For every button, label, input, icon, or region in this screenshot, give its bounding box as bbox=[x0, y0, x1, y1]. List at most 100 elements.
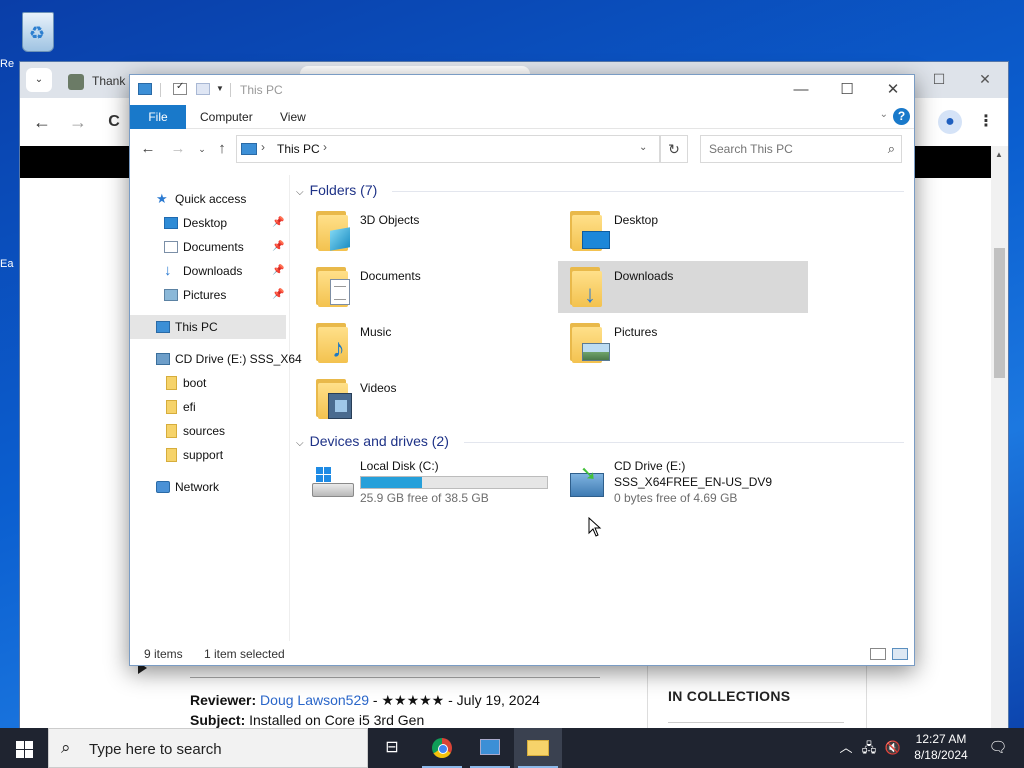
this-pc-icon bbox=[241, 143, 257, 155]
details-view-icon[interactable] bbox=[870, 648, 886, 660]
browser-menu-icon[interactable]: ⋮ bbox=[974, 110, 998, 134]
folder-label: Downloads bbox=[614, 269, 674, 283]
address-history-icon[interactable]: ⌄ bbox=[639, 142, 647, 153]
drive-usage-fill bbox=[361, 477, 423, 488]
task-view-icon[interactable]: ⊟ bbox=[368, 728, 416, 768]
folder-videos[interactable]: Videos bbox=[308, 373, 558, 425]
nav-label: CD Drive (E:) SSS_X64 bbox=[175, 352, 302, 366]
address-bar[interactable]: › This PC › ⌄ bbox=[236, 135, 660, 163]
this-pc-icon bbox=[138, 83, 152, 95]
nav-item-efi[interactable]: efi bbox=[130, 395, 290, 419]
properties-icon[interactable] bbox=[173, 81, 187, 95]
hard-drive-icon bbox=[312, 467, 354, 499]
up-button[interactable]: ↑ bbox=[212, 139, 232, 159]
folder-documents[interactable]: Documents bbox=[308, 261, 558, 313]
documents-icon bbox=[164, 241, 178, 253]
folder-label: Videos bbox=[360, 381, 397, 395]
nav-item-documents[interactable]: Documents 📌 bbox=[130, 235, 290, 259]
browser-reload-button[interactable]: C bbox=[102, 110, 126, 134]
folder-desktop[interactable]: Desktop bbox=[562, 205, 812, 257]
setup-icon bbox=[480, 739, 500, 755]
reviewer-label: Reviewer: bbox=[190, 692, 257, 708]
nav-item-pictures[interactable]: Pictures 📌 bbox=[130, 283, 290, 307]
help-icon[interactable]: ? bbox=[893, 108, 910, 125]
reviewer-link[interactable]: Doug Lawson529 bbox=[260, 692, 369, 708]
taskbar-file-explorer[interactable] bbox=[514, 728, 562, 768]
pictures-icon bbox=[570, 321, 610, 363]
explorer-titlebar[interactable]: ▼ This PC — ☐ ✕ bbox=[130, 75, 914, 105]
recent-locations-icon[interactable]: ⌄ bbox=[192, 139, 212, 159]
folder-pictures[interactable]: Pictures bbox=[562, 317, 812, 369]
folder-icon bbox=[166, 376, 177, 390]
network-status-icon[interactable]: 🖧 bbox=[858, 728, 880, 768]
large-icons-view-icon[interactable] bbox=[892, 648, 908, 660]
taskbar-setup[interactable] bbox=[466, 728, 514, 768]
folder-downloads[interactable]: ↓ Downloads bbox=[558, 261, 808, 313]
nav-item-network[interactable]: Network bbox=[130, 475, 290, 499]
breadcrumb-chevron-icon[interactable]: › bbox=[261, 140, 265, 154]
taskbar-search[interactable]: ⌕ Type here to search bbox=[48, 728, 368, 768]
drive-local-c[interactable]: Local Disk (C:) 25.9 GB free of 38.5 GB bbox=[304, 459, 554, 509]
selection-count: 1 item selected bbox=[204, 647, 285, 661]
nav-item-boot[interactable]: boot bbox=[130, 371, 290, 395]
breadcrumb[interactable]: This PC bbox=[277, 142, 320, 156]
page-scrollbar[interactable]: ▲ bbox=[991, 146, 1008, 732]
tab-file[interactable]: File bbox=[130, 105, 186, 129]
customize-toolbar-icon[interactable]: ▼ bbox=[216, 84, 224, 93]
collapse-chevron-icon[interactable]: ⌵ bbox=[296, 187, 304, 198]
nav-item-cd-drive[interactable]: CD Drive (E:) SSS_X64 bbox=[130, 347, 302, 371]
scroll-up-icon[interactable]: ▲ bbox=[995, 150, 1003, 159]
profile-icon[interactable]: ● bbox=[938, 110, 962, 134]
desktop-icon-label: Ea bbox=[0, 258, 14, 270]
minimize-button[interactable]: — bbox=[778, 75, 824, 105]
folder-3d-objects[interactable]: 3D Objects bbox=[308, 205, 558, 257]
expand-ribbon-icon[interactable]: ⌄ bbox=[880, 109, 888, 120]
tab-search-button[interactable]: ⌄ bbox=[26, 68, 52, 92]
nav-item-downloads[interactable]: ↓ Downloads 📌 bbox=[130, 259, 290, 283]
collapse-chevron-icon[interactable]: ⌵ bbox=[296, 438, 304, 449]
tab-view[interactable]: View bbox=[280, 105, 306, 129]
tab-computer[interactable]: Computer bbox=[200, 105, 253, 129]
volume-muted-icon[interactable]: 🔇 bbox=[882, 728, 904, 768]
this-pc-icon bbox=[156, 321, 170, 333]
nav-item-sources[interactable]: sources bbox=[130, 419, 290, 443]
nav-item-this-pc[interactable]: This PC bbox=[130, 315, 286, 339]
drives-group-header[interactable]: ⌵ Devices and drives (2) bbox=[296, 433, 449, 449]
nav-item-support[interactable]: support bbox=[130, 443, 290, 467]
scrollbar-thumb[interactable] bbox=[994, 248, 1005, 378]
close-button[interactable]: ✕ bbox=[870, 75, 916, 105]
maximize-button[interactable]: ☐ bbox=[824, 75, 870, 105]
back-button[interactable]: ← bbox=[138, 139, 158, 159]
taskbar-chrome[interactable] bbox=[418, 728, 466, 768]
drive-cd-e[interactable]: ➘ CD Drive (E:) SSS_X64FREE_EN-US_DV9 0 … bbox=[562, 459, 812, 509]
show-hidden-icons-icon[interactable]: ︿ bbox=[836, 728, 856, 768]
breadcrumb-chevron-icon[interactable]: › bbox=[323, 140, 327, 154]
nav-quick-access[interactable]: ★ Quick access bbox=[130, 187, 290, 211]
recycle-bin-icon[interactable] bbox=[16, 8, 60, 54]
search-input[interactable] bbox=[701, 136, 881, 162]
desktop-icon bbox=[164, 217, 178, 229]
browser-back-button[interactable]: ← bbox=[30, 110, 54, 134]
folder-music[interactable]: ♪ Music bbox=[308, 317, 558, 369]
documents-icon bbox=[316, 265, 350, 307]
browser-forward-button[interactable]: → bbox=[66, 110, 90, 134]
taskbar-search-placeholder: Type here to search bbox=[89, 741, 222, 758]
notifications-icon[interactable]: 🗨 bbox=[980, 728, 1016, 768]
browser-maximize-button[interactable]: ☐ bbox=[924, 68, 954, 90]
nav-label: Desktop bbox=[183, 216, 228, 230]
group-divider bbox=[392, 191, 904, 192]
review-block: Reviewer: Doug Lawson529 - ★★★★★ - July … bbox=[190, 690, 540, 730]
browser-close-button[interactable]: ✕ bbox=[970, 68, 1000, 90]
install-arrow-icon: ➘ bbox=[580, 463, 597, 485]
taskbar-clock[interactable]: 12:27 AM 8/18/2024 bbox=[906, 731, 976, 763]
refresh-button[interactable]: ↻ bbox=[660, 135, 688, 163]
start-button[interactable] bbox=[0, 728, 48, 768]
new-folder-icon[interactable] bbox=[196, 83, 210, 95]
folders-group-header[interactable]: ⌵ Folders (7) bbox=[296, 182, 377, 198]
3d-objects-icon bbox=[316, 209, 350, 251]
pin-icon: 📌 bbox=[272, 241, 285, 252]
search-box[interactable]: ⌕ bbox=[700, 135, 902, 163]
address-row: ← → ⌄ ↑ › This PC › ⌄ ↻ ⌕ bbox=[130, 129, 914, 169]
nav-item-desktop[interactable]: Desktop 📌 bbox=[130, 211, 290, 235]
forward-button[interactable]: → bbox=[168, 139, 188, 159]
